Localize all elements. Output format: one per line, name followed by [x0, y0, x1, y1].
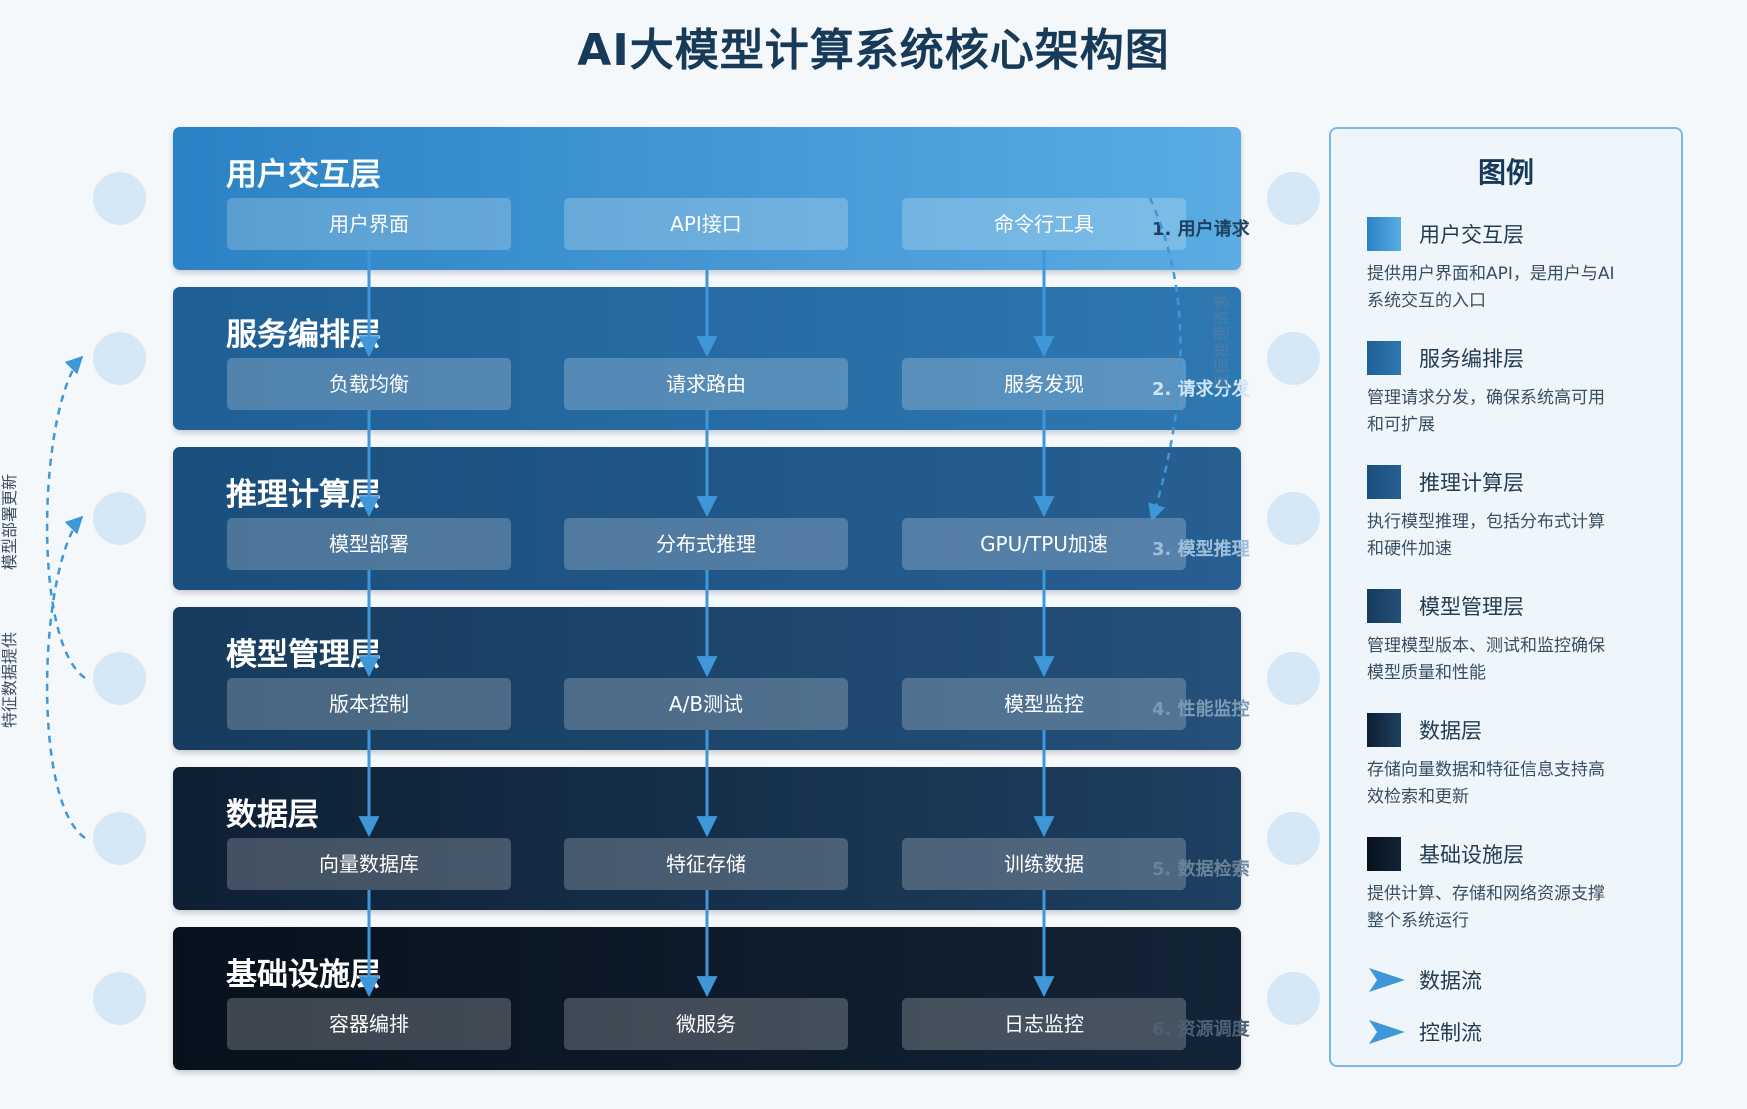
- layer-model-management: 模型管理层 版本控制 A/B测试 模型监控: [173, 607, 1241, 750]
- layer-title: 服务编排层: [226, 317, 381, 353]
- right-node-circle: [1267, 652, 1320, 705]
- component-box[interactable]: 用户界面: [227, 198, 511, 250]
- feature-data-provide-label: 特征数据提供: [0, 631, 20, 729]
- component-box[interactable]: 容器编排: [227, 998, 511, 1050]
- control-flow-arrow: [45, 515, 86, 840]
- legend-desc: 提供用户界面和API，是用户与AI系统交互的入口: [1367, 264, 1615, 311]
- component-box[interactable]: GPU/TPU加速: [902, 518, 1186, 570]
- legend-label: 控制流: [1419, 1021, 1482, 1045]
- right-node-circle: [1267, 332, 1320, 385]
- right-node-circle: [1267, 172, 1320, 225]
- model-deploy-update-label: 模型部署更新: [0, 473, 20, 571]
- layer-data: 数据层 向量数据库 特征存储 训练数据: [173, 767, 1241, 910]
- legend-label: 数据流: [1419, 969, 1482, 993]
- legend-label: 用户交互层: [1419, 223, 1524, 247]
- component-box[interactable]: 日志监控: [902, 998, 1186, 1050]
- layer-title: 用户交互层: [226, 157, 381, 193]
- step-label: 3. 模型推理: [1152, 539, 1250, 560]
- legend-desc: 提供计算、存储和网络资源支撑整个系统运行: [1367, 884, 1605, 931]
- triangle-arrow-icon: [1369, 968, 1405, 992]
- legend-title: 图例: [1477, 156, 1534, 189]
- legend-label: 推理计算层: [1419, 471, 1524, 495]
- legend-swatch: [1367, 589, 1401, 623]
- step-label: 1. 用户请求: [1152, 219, 1250, 240]
- step-label: 4. 性能监控: [1152, 699, 1250, 720]
- layer-service-orchestration: 服务编排层 负载均衡 请求路由 服务发现: [173, 287, 1241, 430]
- component-box[interactable]: 模型监控: [902, 678, 1186, 730]
- component-box[interactable]: 命令行工具: [902, 198, 1186, 250]
- component-box[interactable]: 服务发现: [902, 358, 1186, 410]
- left-node-circle: [93, 172, 146, 225]
- control-flow-arrow: [45, 355, 86, 680]
- legend-swatch: [1367, 465, 1401, 499]
- left-node-circle: [93, 972, 146, 1025]
- legend-desc: 管理模型版本、测试和监控确保模型质量和性能: [1367, 636, 1605, 683]
- legend-swatch: [1367, 217, 1401, 251]
- component-box[interactable]: 微服务: [564, 998, 848, 1050]
- component-box[interactable]: A/B测试: [564, 678, 848, 730]
- component-box[interactable]: 分布式推理: [564, 518, 848, 570]
- legend-label: 服务编排层: [1419, 347, 1524, 371]
- legend-desc: 管理请求分发，确保系统高可用和可扩展: [1367, 388, 1605, 435]
- component-box[interactable]: 特征存储: [564, 838, 848, 890]
- layer-title: 基础设施层: [226, 957, 381, 993]
- left-node-circle: [93, 652, 146, 705]
- component-box[interactable]: API接口: [564, 198, 848, 250]
- legend-swatch: [1367, 341, 1401, 375]
- page-title: AI大模型计算系统核心架构图: [577, 25, 1170, 76]
- component-box[interactable]: 请求路由: [564, 358, 848, 410]
- component-box[interactable]: 负载均衡: [227, 358, 511, 410]
- component-box[interactable]: 版本控制: [227, 678, 511, 730]
- layer-user-interaction: 用户交互层 用户界面 API接口 命令行工具: [173, 127, 1241, 270]
- layer-title: 推理计算层: [226, 477, 381, 513]
- right-node-circle: [1267, 492, 1320, 545]
- right-node-circle: [1267, 972, 1320, 1025]
- layer-title: 模型管理层: [226, 637, 381, 673]
- legend-label: 基础设施层: [1419, 843, 1524, 867]
- legend-label: 模型管理层: [1419, 595, 1524, 619]
- legend-swatch: [1367, 713, 1401, 747]
- left-node-circle: [93, 812, 146, 865]
- right-node-circle: [1267, 812, 1320, 865]
- legend-desc: 执行模型推理，包括分布式计算和硬件加速: [1367, 512, 1605, 559]
- legend-desc: 存储向量数据和特征信息支持高效检索和更新: [1367, 760, 1605, 807]
- legend-flow-control: 控制流: [1367, 1015, 1667, 1049]
- legend-panel: 图例 用户交互层 提供用户界面和API，是用户与AI系统交互的入口 服务编排层 …: [1329, 127, 1683, 1067]
- step-label: 2. 请求分发: [1152, 379, 1250, 400]
- legend-label: 数据层: [1419, 719, 1482, 743]
- legend-swatch: [1367, 837, 1401, 871]
- component-box[interactable]: 模型部署: [227, 518, 511, 570]
- legend-flow-data: 数据流: [1367, 963, 1667, 997]
- component-box[interactable]: 向量数据库: [227, 838, 511, 890]
- layer-inference-compute: 推理计算层 模型部署 分布式推理 GPU/TPU加速: [173, 447, 1241, 590]
- layer-title: 数据层: [226, 797, 319, 833]
- left-node-circle: [93, 332, 146, 385]
- triangle-arrow-icon: [1369, 1020, 1405, 1044]
- component-box[interactable]: 训练数据: [902, 838, 1186, 890]
- left-node-circle: [93, 492, 146, 545]
- layer-infrastructure: 基础设施层 容器编排 微服务 日志监控: [173, 927, 1241, 1070]
- step-label: 6. 资源调度: [1152, 1019, 1250, 1040]
- step-label: 5. 数据检索: [1152, 859, 1250, 880]
- direct-inference-label: 直接推理请求: [1212, 293, 1232, 391]
